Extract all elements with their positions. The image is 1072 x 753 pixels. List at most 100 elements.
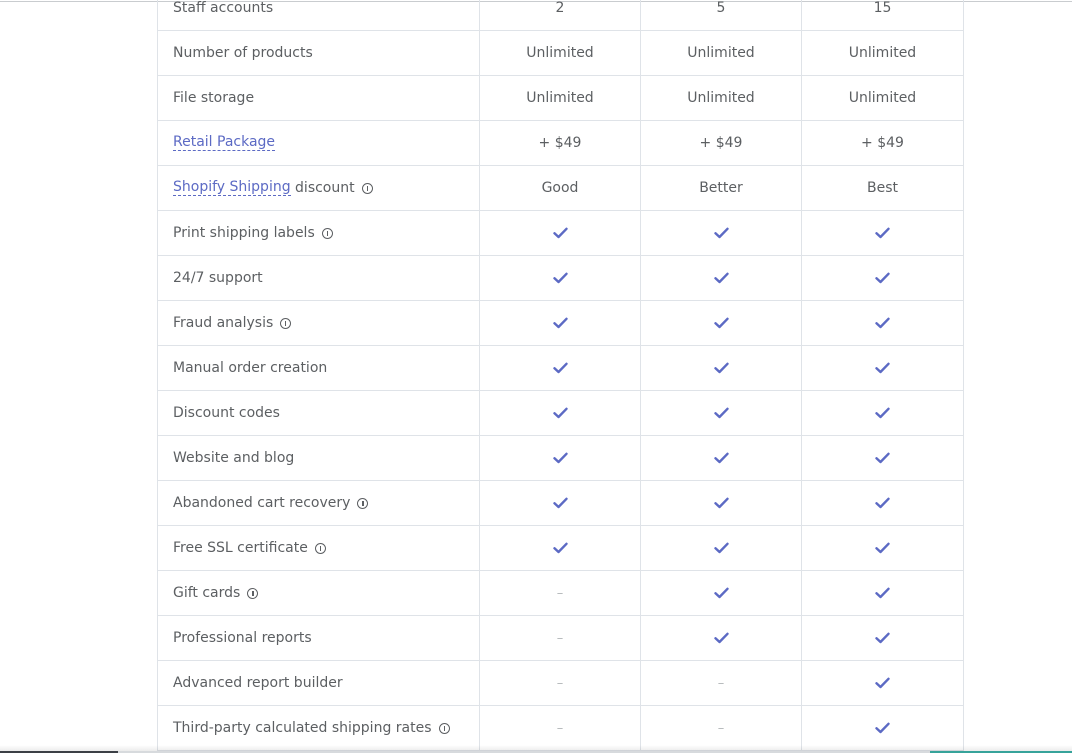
info-icon[interactable]	[314, 542, 326, 554]
plan-value-cell: 5	[641, 0, 802, 30]
plan-value-cell	[480, 256, 641, 300]
plan-comparison-table: Staff accounts 2 5 15 Number of products Unli…	[157, 0, 964, 751]
checkmark-icon	[552, 362, 568, 374]
plan-value-cell	[641, 481, 802, 525]
plan-value-cell	[802, 616, 963, 660]
plan-value-cell	[802, 256, 963, 300]
table-row: Fraud analysis	[158, 301, 963, 346]
plan-value-cell	[802, 706, 963, 750]
plan-value-cell	[641, 211, 802, 255]
checkmark-icon	[713, 272, 729, 284]
plan-value-cell: Good	[480, 166, 641, 210]
feature-label-cell: Third-party calculated shipping rates	[158, 706, 480, 750]
feature-link[interactable]: Shopify Shipping	[173, 180, 291, 196]
plan-value: + $49	[538, 135, 582, 151]
checkmark-icon	[713, 452, 729, 464]
info-icon[interactable]	[438, 722, 450, 734]
plan-value-cell	[480, 301, 641, 345]
plan-value: Unlimited	[848, 45, 917, 61]
plan-value-cell: Unlimited	[480, 31, 641, 75]
plan-value-cell	[641, 526, 802, 570]
checkmark-icon	[875, 407, 890, 419]
plan-value-cell	[641, 571, 802, 615]
plan-value: Unlimited	[526, 90, 594, 106]
feature-label: Gift cards	[173, 585, 241, 601]
feature-label-cell: Retail Package	[158, 121, 480, 165]
table-row: Free SSL certificate	[158, 526, 963, 571]
table-row: Advanced report builder – –	[158, 661, 963, 706]
feature-label-suffix: discount	[290, 180, 355, 196]
feature-label: Fraud analysis	[173, 315, 274, 331]
feature-label-cell: Professional reports	[158, 616, 480, 660]
checkmark-icon	[713, 317, 729, 329]
feature-label-cell: Staff accounts	[158, 0, 480, 30]
feature-label: Professional reports	[173, 630, 312, 646]
checkmark-icon	[875, 542, 890, 554]
info-icon[interactable]	[280, 317, 292, 329]
checkmark-icon	[552, 542, 568, 554]
feature-label-cell: Discount codes	[158, 391, 480, 435]
checkmark-icon	[552, 272, 568, 284]
checkmark-icon	[875, 722, 890, 734]
plan-value-cell	[641, 346, 802, 390]
checkmark-icon	[875, 632, 890, 644]
feature-label-cell: Shopify Shipping discount	[158, 166, 480, 210]
not-included-dash: –	[556, 585, 564, 601]
feature-label: Abandoned cart recovery	[173, 495, 351, 511]
plan-value-cell: Unlimited	[802, 76, 963, 120]
plan-value-cell	[802, 346, 963, 390]
feature-label: Discount codes	[173, 405, 280, 421]
plan-value-cell: 15	[802, 0, 963, 30]
plan-value-cell	[480, 391, 641, 435]
plan-value-cell: Better	[641, 166, 802, 210]
checkmark-icon	[875, 227, 890, 239]
table-row: Staff accounts 2 5 15	[158, 0, 963, 31]
checkmark-icon	[713, 407, 729, 419]
info-icon[interactable]	[357, 497, 369, 509]
not-included-dash: –	[717, 720, 725, 736]
checkmark-icon	[875, 452, 890, 464]
plan-value-cell: –	[641, 661, 802, 705]
feature-link[interactable]: Retail Package	[173, 135, 276, 151]
feature-label-cell: Manual order creation	[158, 346, 480, 390]
plan-value-cell	[641, 436, 802, 480]
plan-value: Unlimited	[687, 45, 755, 61]
plan-value-cell	[641, 256, 802, 300]
checkmark-icon	[713, 542, 729, 554]
feature-label: Number of products	[173, 45, 313, 61]
plan-value-cell	[480, 346, 641, 390]
checkmark-icon	[552, 497, 568, 509]
plan-value-cell	[641, 616, 802, 660]
feature-label: Print shipping labels	[173, 225, 315, 241]
info-icon[interactable]	[321, 227, 333, 239]
plan-value: Unlimited	[687, 90, 755, 106]
feature-label-cell: Print shipping labels	[158, 211, 480, 255]
checkmark-icon	[552, 227, 568, 239]
plan-value-cell	[641, 391, 802, 435]
plan-value: 5	[716, 0, 726, 16]
table-row: File storage Unlimited Unlimited Unlimited	[158, 76, 963, 121]
plan-value: 2	[555, 0, 565, 16]
checkmark-icon	[875, 587, 890, 599]
checkmark-icon	[552, 452, 568, 464]
checkmark-icon	[713, 227, 729, 239]
checkmark-icon	[713, 497, 729, 509]
table-row: Discount codes	[158, 391, 963, 436]
table-row: Gift cards –	[158, 571, 963, 616]
feature-label-cell: Fraud analysis	[158, 301, 480, 345]
plan-value-cell	[802, 661, 963, 705]
plan-value-cell: Best	[802, 166, 963, 210]
not-included-dash: –	[556, 675, 564, 691]
feature-label: 24/7 support	[173, 270, 263, 286]
plan-value-cell	[802, 391, 963, 435]
plan-value-cell	[641, 301, 802, 345]
plan-value-cell: Unlimited	[641, 31, 802, 75]
table-row: 24/7 support	[158, 256, 963, 301]
plan-value-cell: –	[480, 706, 641, 750]
info-icon[interactable]	[361, 182, 373, 194]
checkmark-icon	[713, 632, 729, 644]
info-icon[interactable]	[247, 587, 259, 599]
plan-value-cell	[480, 526, 641, 570]
checkmark-icon	[875, 317, 890, 329]
feature-label-cell: File storage	[158, 76, 480, 120]
